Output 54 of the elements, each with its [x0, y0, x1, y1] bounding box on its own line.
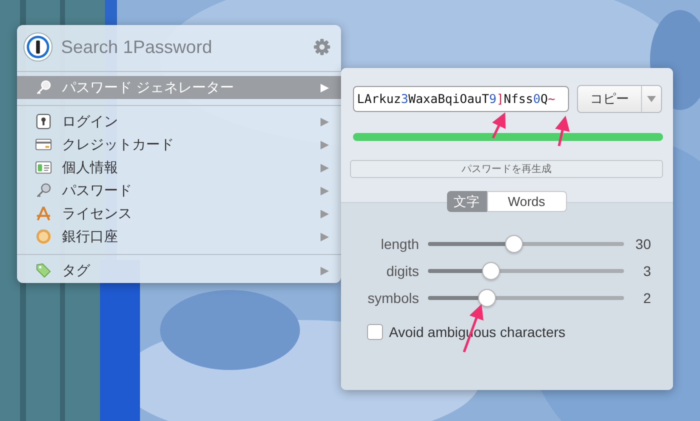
menu-item[interactable]: タグ ▶: [17, 259, 341, 282]
id-card-icon: [35, 159, 52, 176]
slider-label: symbols: [366, 290, 419, 306]
submenu-arrow: ▶: [320, 115, 329, 128]
key-icon: [35, 182, 52, 199]
menu-item[interactable]: クレジットカード ▶: [17, 133, 341, 156]
menu-item-label: クレジットカード: [62, 136, 175, 154]
submenu-arrow: ▶: [320, 81, 329, 94]
slider-value: 30: [634, 236, 651, 252]
slider-thumb[interactable]: [478, 289, 496, 307]
search-field[interactable]: Search 1Password: [59, 36, 307, 58]
annotation-arrow: [555, 116, 570, 146]
menu-item[interactable]: パスワード ▶: [17, 179, 341, 202]
checkbox[interactable]: [367, 324, 383, 340]
submenu-arrow: ▶: [320, 230, 329, 243]
submenu-arrow: ▶: [320, 184, 329, 197]
menu-item-label: ログイン: [62, 112, 119, 130]
copy-button[interactable]: コピー: [577, 85, 662, 113]
slider-track[interactable]: [428, 296, 624, 300]
slider-thumb[interactable]: [505, 235, 524, 253]
menu-item-label: 個人情報: [62, 158, 119, 176]
slider-label: length: [380, 236, 419, 252]
keyhole-logo-icon: [23, 32, 53, 62]
menu-item[interactable]: ライセンス ▶: [17, 202, 341, 225]
menu-item-label: ライセンス: [62, 204, 133, 222]
slider-label: digits: [385, 263, 419, 279]
tag-icon: [35, 262, 52, 279]
submenu-arrow: ▶: [320, 138, 329, 151]
slider-value: 3: [642, 263, 651, 279]
menu-item-label: パスワード: [62, 182, 133, 200]
credit-card-icon: [35, 136, 52, 153]
slider-thumb[interactable]: [482, 262, 500, 280]
menu-item[interactable]: 銀行口座 ▶: [17, 225, 341, 248]
menu-item-label: パスワード ジェネレーター: [62, 78, 235, 96]
slider-track[interactable]: [428, 269, 624, 273]
menu-item[interactable]: ログイン ▶: [17, 110, 341, 133]
key-icon: [35, 79, 52, 96]
slider-track[interactable]: [428, 242, 624, 246]
annotation-arrow: [492, 112, 506, 139]
app-store-icon: [35, 205, 52, 222]
settings-icon[interactable]: [313, 38, 331, 56]
password-field[interactable]: LArkuz3WaxaBqiOauT9]Nfss0Q~: [353, 86, 569, 112]
menu-item-label: タグ: [62, 262, 92, 280]
coin-icon: [35, 228, 52, 245]
mode-tab[interactable]: Words: [486, 191, 566, 212]
keyhole-icon: [35, 113, 52, 130]
menu-item[interactable]: 個人情報 ▶: [17, 156, 341, 179]
menu-item-label: 銀行口座: [62, 228, 119, 246]
submenu-arrow: ▶: [320, 264, 329, 277]
submenu-arrow: ▶: [320, 161, 329, 174]
slider-value: 2: [642, 290, 651, 306]
submenu-arrow: ▶: [320, 207, 329, 220]
regenerate-button[interactable]: パスワードを再生成: [350, 160, 663, 178]
caret-icon: [647, 96, 656, 102]
